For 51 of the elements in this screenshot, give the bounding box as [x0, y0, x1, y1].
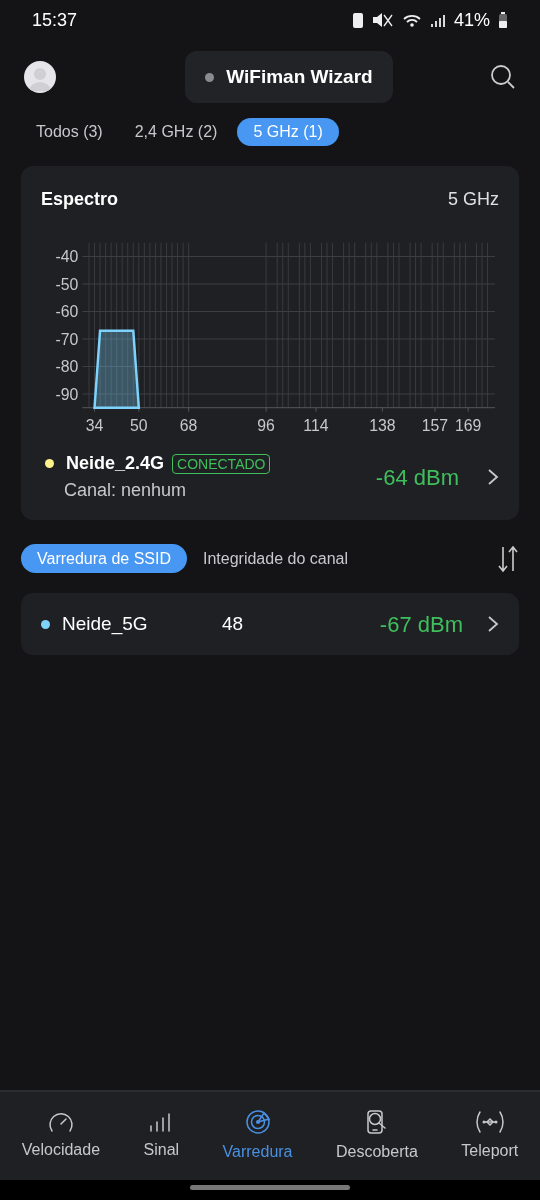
network-name: Neide_2.4G — [66, 452, 165, 476]
view-tab[interactable]: Integridade do canal — [187, 544, 364, 574]
x-tick-label: 96 — [257, 417, 275, 435]
x-tick-mark — [94, 407, 96, 413]
x-tick-mark — [138, 407, 140, 413]
signal-strength: -67 dBm — [379, 610, 463, 639]
channel-number: 48 — [222, 612, 245, 636]
sort-icon[interactable] — [497, 544, 519, 573]
card-title: Espectro — [41, 188, 119, 211]
speedometer-icon — [46, 1110, 75, 1134]
channel-text: Canal: nenhum — [64, 479, 188, 503]
status-time: 15:37 — [32, 8, 78, 32]
y-tick-label: -40 — [55, 248, 79, 266]
radar-icon — [243, 1108, 272, 1136]
y-tick-label: -90 — [55, 385, 79, 403]
signal-strength: -64 dBm — [375, 463, 459, 492]
x-tick-label: 34 — [85, 417, 104, 435]
mute-icon — [371, 11, 394, 29]
y-tick-label: -60 — [55, 303, 79, 321]
avatar-icon[interactable] — [24, 61, 56, 93]
x-tick-label: 68 — [179, 417, 198, 435]
chevron-right-icon — [487, 468, 499, 487]
x-tick-label: 169 — [455, 417, 482, 435]
search-icon[interactable] — [490, 64, 516, 90]
network-row[interactable]: Neide_5G 48 -67 dBm — [21, 593, 519, 656]
connected-badge: CONECTADO — [172, 453, 271, 474]
band-tab[interactable]: Todos (3) — [24, 118, 115, 146]
battery-percent: 41% — [453, 8, 490, 32]
nav-tab[interactable]: Descoberta — [336, 1108, 418, 1164]
battery-icon — [498, 11, 508, 29]
x-tick-label: 114 — [303, 417, 329, 435]
x-tick-mark — [381, 407, 383, 413]
nav-tab[interactable]: Sinal — [143, 1110, 180, 1162]
nav-tab[interactable]: Velocidade — [21, 1110, 101, 1162]
y-tick-label: -50 — [55, 275, 79, 293]
battery-saver-icon — [351, 11, 364, 29]
teleport-icon — [473, 1109, 506, 1135]
y-tick-label: -80 — [55, 358, 79, 376]
network-name: Neide_5G — [62, 612, 149, 637]
x-tick-label: 50 — [130, 417, 148, 435]
band-label: 5 GHz — [448, 188, 499, 211]
x-tick-label: 138 — [369, 417, 396, 435]
chevron-right-icon — [487, 615, 499, 634]
app-title: WiFiman Wizard — [226, 64, 373, 89]
y-tick-label: -70 — [55, 330, 79, 348]
nav-tab[interactable]: Teleport — [461, 1109, 519, 1163]
x-tick-mark — [188, 407, 190, 413]
nav-tab[interactable]: Varredura — [222, 1108, 293, 1164]
x-tick-label: 157 — [421, 417, 449, 435]
title-pill[interactable]: WiFiman Wizard — [185, 51, 393, 103]
band-tab[interactable]: 2,4 GHz (2) — [122, 118, 230, 146]
